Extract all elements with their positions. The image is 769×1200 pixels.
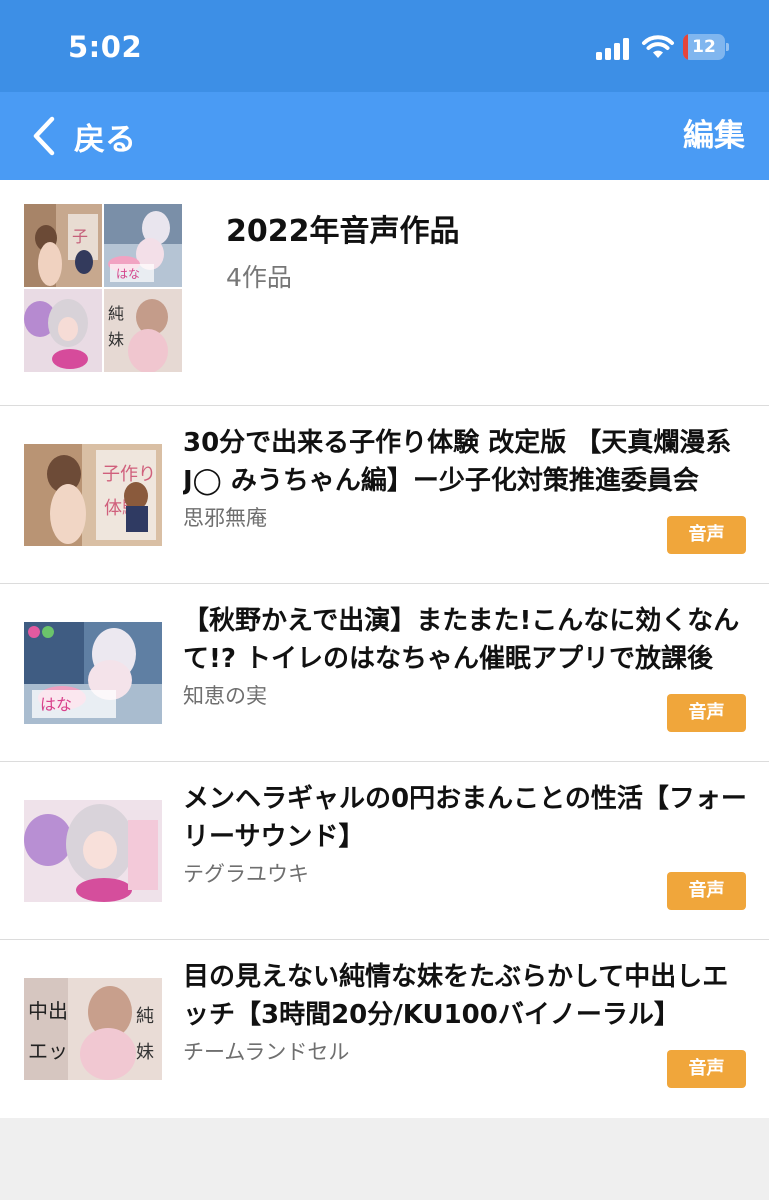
list-item[interactable]: 子作り 体験 30分で出来る子作り体験 改定版 【天真爛漫系J◯ みうちゃん編】ー…	[0, 406, 769, 584]
svg-text:妹: 妹	[108, 330, 124, 349]
work-list: 子作り 体験 30分で出来る子作り体験 改定版 【天真爛漫系J◯ みうちゃん編】ー…	[0, 406, 769, 1118]
cover-tile: 純妹	[104, 289, 182, 372]
work-title: 目の見えない純情な妹をたぶらかして中出しエッチ【3時間20分/KU100バイノー…	[183, 962, 729, 1030]
svg-text:純: 純	[136, 1006, 154, 1027]
list-item[interactable]: メンヘラギャルの0円おまんことの性活【フォーリーサウンド】 テグラユウキ 音声	[0, 762, 769, 940]
svg-text:はな: はな	[116, 267, 140, 281]
work-circle: 思邪無庵	[183, 506, 267, 530]
svg-text:妹: 妹	[136, 1042, 154, 1063]
svg-text:子作り: 子作り	[102, 464, 156, 485]
list-item[interactable]: 中出エッ 純妹 目の見えない純情な妹をたぶらかして中出しエッチ【3時間20分/KU…	[0, 940, 769, 1118]
back-button[interactable]: 戻る	[30, 112, 136, 160]
work-thumbnail: 中出エッ 純妹	[24, 978, 162, 1080]
category-badge: 音声	[667, 516, 746, 554]
work-title: 30分で出来る子作り体験 改定版 【天真爛漫系J◯ みうちゃん編】ー少子化対策推…	[183, 428, 732, 496]
svg-text:純: 純	[108, 304, 124, 323]
work-circle: 知恵の実	[183, 684, 267, 708]
work-circle: テグラユウキ	[183, 862, 309, 886]
work-thumbnail: はな	[24, 622, 162, 724]
cellular-signal-icon	[596, 38, 632, 60]
svg-text:エッ: エッ	[28, 1039, 68, 1063]
work-thumbnail	[24, 800, 162, 902]
collection-cover-mosaic: 子 はな 純妹	[24, 204, 182, 372]
navigation-bar: 戻る 編集	[0, 92, 769, 180]
svg-text:子: 子	[72, 227, 88, 246]
collection-title: 2022年音声作品	[226, 214, 460, 249]
back-label: 戻る	[74, 121, 136, 158]
cover-tile	[24, 289, 102, 372]
category-badge: 音声	[667, 694, 746, 732]
work-title: メンヘラギャルの0円おまんことの性活【フォーリーサウンド】	[183, 784, 747, 852]
battery-percent: 12	[692, 37, 716, 57]
list-item[interactable]: はな 【秋野かえで出演】またまた!こんなに効くなんて!? トイレのはなちゃん催眠…	[0, 584, 769, 762]
svg-text:中出: 中出	[28, 999, 68, 1023]
wifi-icon	[641, 34, 675, 60]
work-title: 【秋野かえで出演】またまた!こんなに効くなんて!? トイレのはなちゃん催眠アプリ…	[183, 606, 740, 674]
collection-count: 4作品	[226, 263, 292, 292]
edit-button[interactable]: 編集	[683, 112, 745, 160]
status-bar: 5:02 12	[0, 0, 769, 92]
category-badge: 音声	[667, 872, 746, 910]
collection-header: 子 はな 純妹 2022年音声作品 4作品	[0, 180, 769, 406]
cover-tile: 子	[24, 204, 102, 287]
chevron-left-icon	[33, 116, 55, 156]
battery-icon: 12	[683, 34, 729, 60]
work-thumbnail: 子作り 体験	[24, 444, 162, 546]
work-circle: チームランドセル	[183, 1040, 350, 1064]
status-time: 5:02	[68, 30, 143, 64]
svg-text:はな: はな	[40, 695, 72, 714]
cover-tile: はな	[104, 204, 182, 287]
category-badge: 音声	[667, 1050, 746, 1088]
